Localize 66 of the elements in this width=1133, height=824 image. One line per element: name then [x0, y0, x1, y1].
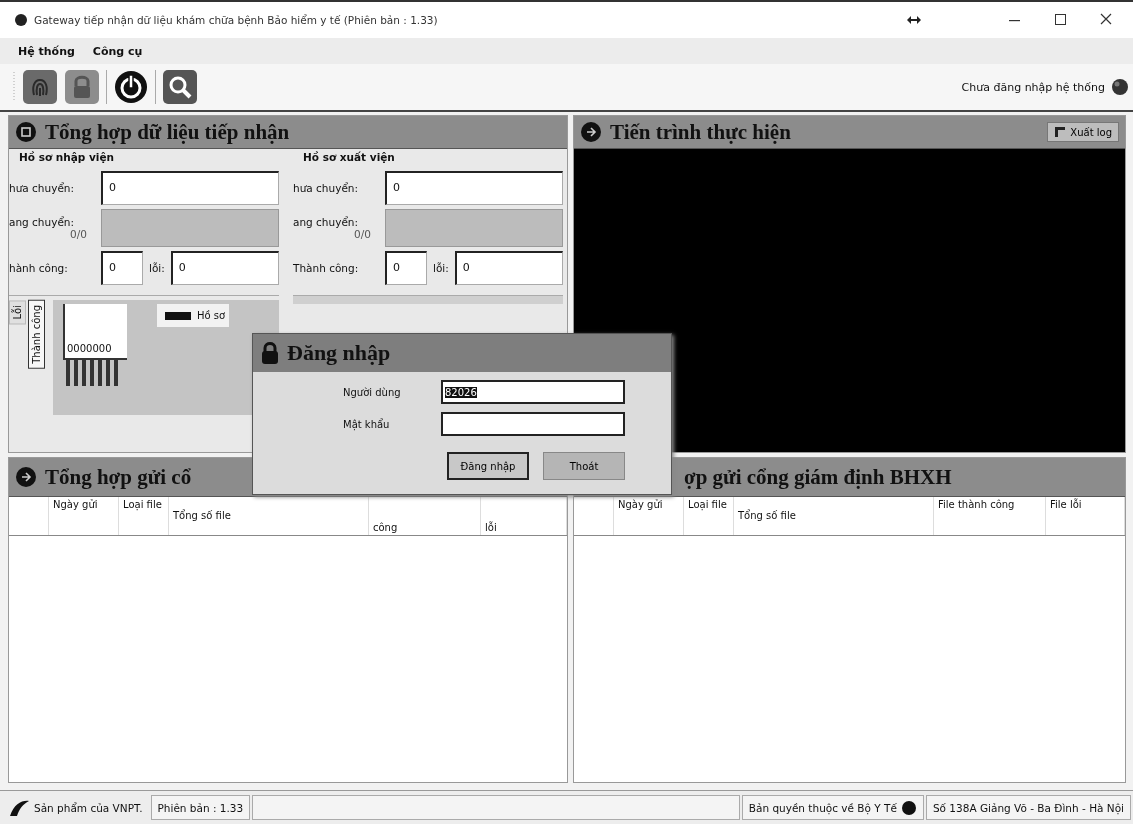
column-header[interactable]: Ngày gửi [614, 497, 684, 535]
data-labels: 0000000 [67, 343, 112, 354]
group-title: Hồ sơ nhập viện [18, 150, 116, 165]
export-log-button[interactable]: Xuất log [1047, 122, 1119, 142]
exit-button[interactable]: Thoát [543, 452, 625, 480]
column-header[interactable]: File thành công [934, 497, 1046, 535]
power-icon[interactable] [113, 69, 149, 105]
login-status-text: Chưa đăng nhập hệ thống [961, 80, 1105, 94]
menu-item[interactable]: Hệ thống [18, 44, 75, 58]
address-text: Số 138A Giảng Võ - Ba Đình - Hà Nội [925, 795, 1131, 820]
column-header[interactable]: Loại file [119, 497, 169, 535]
count-field[interactable]: 0 [454, 251, 563, 285]
count-field[interactable]: 0 [385, 171, 563, 205]
panel-title: ợp gửi cổng giám định BHXH [684, 464, 952, 490]
progress-count: 0/0 [354, 228, 371, 240]
column-header[interactable]: công [369, 497, 481, 535]
dialog-title: Đăng nhập [287, 340, 391, 366]
menu-item[interactable]: Công cụ [92, 44, 143, 58]
field-label: lỗi: [149, 262, 165, 274]
fingerprint-icon[interactable] [22, 69, 58, 105]
count-field[interactable]: 0 [385, 251, 427, 285]
column-header[interactable]: Tổng số file [734, 497, 934, 535]
arrow-circle-icon [15, 466, 37, 488]
padlock-icon[interactable] [64, 69, 100, 105]
window-title: Gateway tiếp nhận dữ liệu khám chữa bệnh Bảo hiểm y tế (Phiên bản : 1.33) [34, 14, 438, 26]
arrow-circle-icon [580, 121, 602, 143]
field-label: Người dùng [343, 386, 402, 398]
count-field[interactable]: 0 [101, 171, 279, 205]
copyright-text: Bản quyền thuộc về Bộ Y Tế [748, 801, 897, 814]
app-icon [14, 13, 28, 27]
login-button[interactable]: Đăng nhập [447, 452, 529, 480]
field-label: hưa chuyển: [293, 182, 360, 194]
search-icon[interactable] [162, 69, 198, 105]
field-label: Mật khẩu [343, 418, 391, 430]
version-text: Phiên bản : 1.33 [150, 795, 251, 820]
column-header[interactable]: lỗi [481, 497, 567, 535]
column-header[interactable]: Loại file [684, 497, 734, 535]
password-field[interactable] [441, 412, 625, 436]
field-label: lỗi: [433, 262, 449, 274]
field-label: hưa chuyển: [9, 182, 76, 194]
panel-title: Tiến trình thực hiện [610, 119, 791, 145]
box-circle-icon [15, 121, 37, 143]
column-header[interactable]: File lỗi [1046, 497, 1125, 535]
vertical-tab[interactable]: Thành công [28, 300, 45, 369]
globe-icon [900, 799, 917, 816]
legend-swatch [165, 311, 191, 320]
count-field[interactable]: 0 [101, 251, 143, 285]
panel-title: Tổng hợp dữ liệu tiếp nhận [45, 119, 290, 145]
product-text: Sản phẩm của VNPT. [34, 801, 143, 814]
field-label: Thành công: [293, 262, 360, 274]
field-label: hành công: [9, 262, 69, 274]
status-dot-icon [1111, 78, 1129, 96]
vertical-tab[interactable]: Lỗi [9, 300, 26, 325]
column-header[interactable]: Ngày gửi [49, 497, 119, 535]
progress-count: 0/0 [70, 228, 87, 240]
group-title: Hồ sơ xuất viện [302, 150, 396, 165]
username-field[interactable]: 82026 [441, 380, 625, 404]
resize-arrows-icon [907, 16, 921, 24]
column-header[interactable]: Tổng số file [169, 497, 369, 535]
field-label: ang chuyển: [9, 216, 75, 228]
panel-title: Tổng hợp gửi cổ [45, 464, 192, 490]
export-icon [1054, 126, 1067, 138]
count-field[interactable]: 0 [170, 251, 279, 285]
legend-label: Hồ sơ [197, 310, 226, 321]
padlock-icon [261, 341, 279, 365]
field-label: ang chuyển: [293, 216, 359, 228]
